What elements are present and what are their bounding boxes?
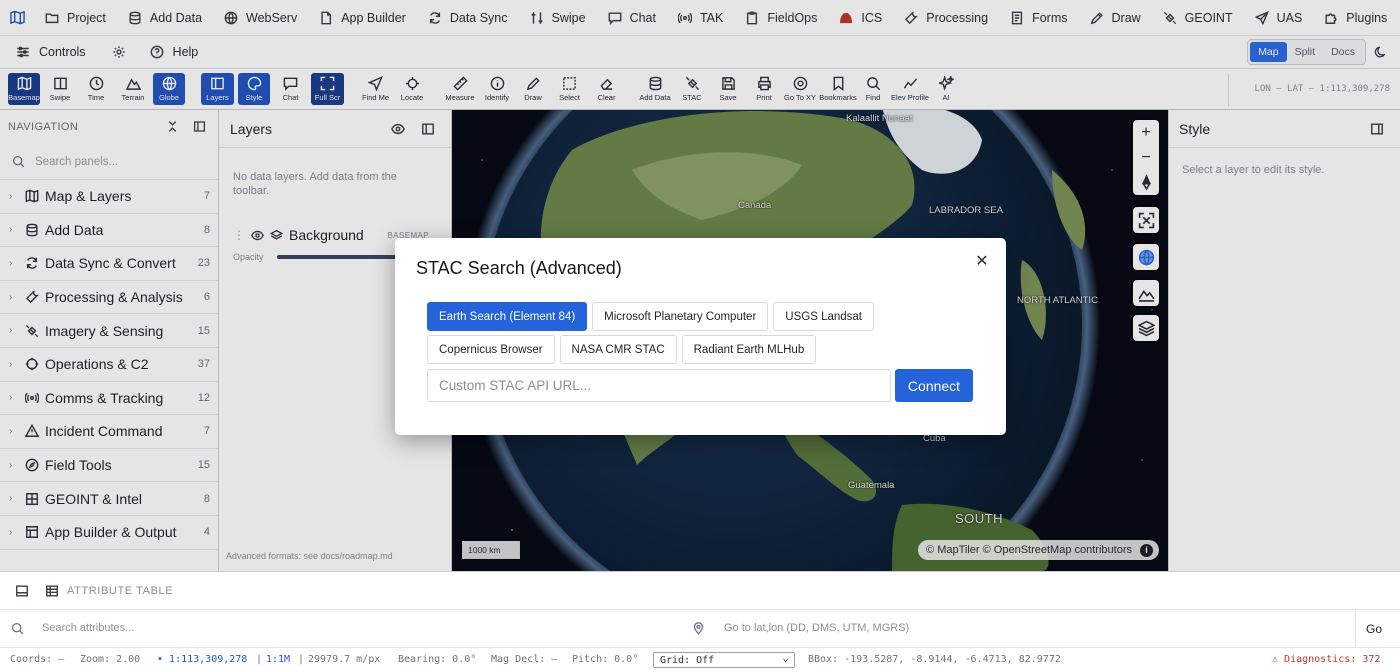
status-coords: Coords: —: [10, 654, 65, 665]
location-pin-icon: [693, 622, 704, 635]
status-bearing: Bearing: 0.0°: [398, 654, 477, 665]
status-mag-decl: Mag Decl: —: [491, 654, 558, 665]
status-bbox: BBox: -193.5287, -8.9144, -6.4713, 82.97…: [808, 654, 1061, 665]
provider-row-2: Copernicus Browser NASA CMR STAC Radiant…: [427, 335, 817, 364]
close-icon[interactable]: ✕: [973, 252, 991, 270]
panel-toggle-icon[interactable]: [15, 584, 29, 598]
grid-select[interactable]: Grid: Off: [653, 651, 795, 668]
attribute-table-label: ATTRIBUTE TABLE: [67, 584, 174, 597]
provider-earth-search[interactable]: Earth Search (Element 84): [427, 302, 588, 331]
provider-radiant-earth[interactable]: Radiant Earth MLHub: [681, 335, 817, 364]
provider-planetary-computer[interactable]: Microsoft Planetary Computer: [592, 302, 769, 331]
diagnostics-indicator[interactable]: ⚠ Diagnostics: 372: [1272, 654, 1380, 665]
provider-row-1: Earth Search (Element 84) Microsoft Plan…: [427, 302, 874, 331]
provider-copernicus[interactable]: Copernicus Browser: [427, 335, 555, 364]
attribute-table-bar: ATTRIBUTE TABLE: [0, 571, 1400, 610]
connect-button[interactable]: Connect: [895, 369, 973, 402]
attribute-search-input[interactable]: Search attributes...: [42, 622, 134, 634]
diagnostics-text: Diagnostics: 372: [1284, 654, 1381, 665]
provider-nasa-cmr[interactable]: NASA CMR STAC: [559, 335, 677, 364]
status-mpx: 29979.7 m/px: [308, 654, 381, 665]
status-scale: • 1:113,309,278: [157, 654, 248, 665]
status-scale-value: 1:113,309,278: [169, 654, 248, 665]
status-zoom: Zoom: 2.00: [80, 654, 141, 665]
status-bar: Coords: — Zoom: 2.00 • 1:113,309,278 | 1…: [0, 648, 1400, 672]
status-sep: |: [256, 654, 263, 665]
dialog-title: STAC Search (Advanced): [416, 258, 622, 278]
search-divider: [1355, 610, 1356, 648]
status-sep: |: [298, 654, 305, 665]
search-icon: [11, 622, 24, 635]
status-ratio: 1:1M: [266, 654, 291, 665]
provider-usgs-landsat[interactable]: USGS Landsat: [773, 302, 874, 331]
attribute-search-bar: Search attributes... Go to lat,lon (DD, …: [0, 610, 1400, 648]
go-button[interactable]: Go: [1366, 622, 1382, 636]
stac-search-dialog: STAC Search (Advanced) ✕ Earth Search (E…: [395, 238, 1006, 435]
status-pitch: Pitch: 0.0°: [572, 654, 639, 665]
stac-url-input[interactable]: [427, 369, 891, 402]
goto-latlon-input[interactable]: Go to lat,lon (DD, DMS, UTM, MGRS): [724, 622, 909, 634]
table-icon: [46, 584, 58, 597]
